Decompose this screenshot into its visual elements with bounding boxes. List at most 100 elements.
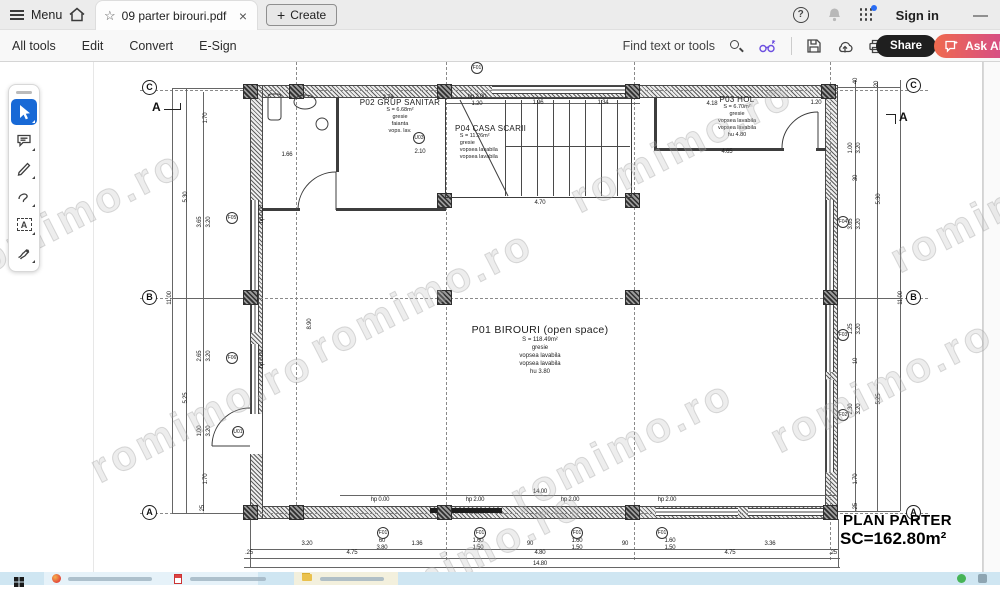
dimension-label: 1.34 [598,100,609,106]
toolbar-item-edit[interactable]: Edit [82,39,104,53]
dimension-label: 1.50 [665,545,676,551]
window-marker: F05 [226,212,238,224]
hamburger-icon [10,7,24,22]
dimension-label: 1.25 [848,324,854,335]
dimension-label: 1.36 [412,541,423,547]
dimension-label: 5.25 [183,393,189,404]
highlight-tool-button[interactable] [11,155,37,181]
save-icon[interactable] [806,38,822,54]
dimension-label: hp 0.00 [371,497,390,503]
dimension-label: 90 [527,541,533,547]
palette-drag-handle[interactable] [16,91,32,94]
dimension-label: 1.20 [472,101,483,107]
dimension-label: 2.30 [848,404,854,415]
room-label: P04 CASA SCARIIS = 11.26m²gresievopsea l… [455,124,575,161]
taskbar [0,572,1000,585]
window-marker: F03 [837,329,849,341]
divider [791,37,792,55]
dimension-label: 40 [853,78,859,84]
dimension-label: hp 2.00 [658,497,677,503]
tray-icon[interactable] [978,574,987,583]
taskbar-item-title [68,577,152,581]
menu-button[interactable]: Menu [10,0,62,30]
sign-in-button[interactable]: Sign in [896,8,939,23]
search-icon[interactable] [729,39,744,54]
tray-green-icon[interactable] [957,574,966,583]
plan-title: PLAN PARTER [843,512,952,529]
fill-sign-tool-button[interactable] [11,239,37,265]
dimension-label: hp 2.00 [468,94,487,100]
find-text-label[interactable]: Find text or tools [623,39,715,53]
browser-icon [52,574,61,583]
menu-label: Menu [31,8,62,22]
dimension-label: 2.76 [383,95,394,101]
dimension-label: 1.70 [203,113,209,124]
dimension-label: hp 2.00 [466,497,485,503]
app-grid-icon[interactable] [860,8,874,22]
grid-marker: B [142,290,157,305]
home-icon [68,6,86,23]
window-marker: F04 [837,216,849,228]
dimension-label: 1.00 [848,143,854,154]
dimension-label: .25 [245,550,253,556]
dimension-label: 1.66 [282,152,293,158]
upload-cloud-icon[interactable] [836,38,854,54]
tab-close-icon[interactable]: × [237,8,249,24]
minimize-button[interactable]: — [973,7,988,24]
notifications-bell-icon[interactable] [827,7,842,23]
dimension-label: 2.65 [197,351,203,362]
window-marker: F02 [837,409,849,421]
dimension-label: 20 [874,81,880,87]
grid-marker: C [142,80,157,95]
pdf-page[interactable]: romimo.roromimo.roromimo.roromimo.roromi… [0,62,1000,572]
dimension-label: 14.80 [533,561,547,567]
dimension-label: .25 [853,503,859,511]
dimension-label: 3.65 [197,217,203,228]
chat-sparkle-icon [944,39,959,53]
draw-tool-button[interactable] [11,183,37,209]
taskbar-start-button[interactable] [14,574,24,592]
window-marker: F01 [656,527,668,539]
window-marker: F06 [226,352,238,364]
ask-ai-button[interactable]: Ask AI [934,34,1000,58]
title-bar: Menu ☆ 09 parter birouri.pdf × + Create … [0,0,1000,30]
taskbar-item-pdf[interactable] [174,574,182,584]
plus-icon: + [277,5,285,25]
grid-marker: A [142,505,157,520]
toolbar-item-all-tools[interactable]: All tools [12,39,56,53]
toolbar-item-convert[interactable]: Convert [129,39,173,53]
comment-tool-button[interactable] [11,127,37,153]
share-button[interactable]: Share [876,35,936,57]
windows-icon [14,577,24,587]
dimension-label: 1.96 [533,100,544,106]
toolbar-item-esign[interactable]: E-Sign [199,39,237,53]
help-icon[interactable]: ? [793,7,809,23]
window-marker: F01 [474,527,486,539]
window-marker: U01 [232,426,244,438]
signature-pen-icon [15,243,33,261]
select-tool-button[interactable] [11,99,37,125]
quick-tools-palette: A [8,84,40,272]
cursor-icon [15,103,33,121]
section-marker: A [899,110,908,124]
room-label: P03 HOLS = 6.70m²gresievopsea lavabilavo… [647,95,827,139]
dimension-label: 90 [622,541,628,547]
dimension-label: 4.70 [535,200,546,206]
dimension-label: 2.10 [415,149,426,155]
textbox-icon: A [17,218,32,231]
taskbar-item-browser[interactable] [52,574,61,583]
add-text-tool-button[interactable]: A [11,211,37,237]
window-marker: U03 [413,132,425,144]
create-button[interactable]: + Create [266,4,337,26]
home-button[interactable] [68,6,88,24]
dimension-label: 4.75 [725,550,736,556]
document-tab[interactable]: ☆ 09 parter birouri.pdf × [95,0,258,30]
dimension-label: 5.30 [183,192,189,203]
comment-icon [15,131,33,149]
dimension-label: hp 2.00 [561,497,580,503]
ai-assistant-icon[interactable] [758,38,777,54]
taskbar-item-folder[interactable] [302,574,312,581]
star-icon[interactable]: ☆ [104,1,116,31]
dimension-label: 3.20 [206,217,212,228]
dimension-label: 3.20 [856,219,862,230]
